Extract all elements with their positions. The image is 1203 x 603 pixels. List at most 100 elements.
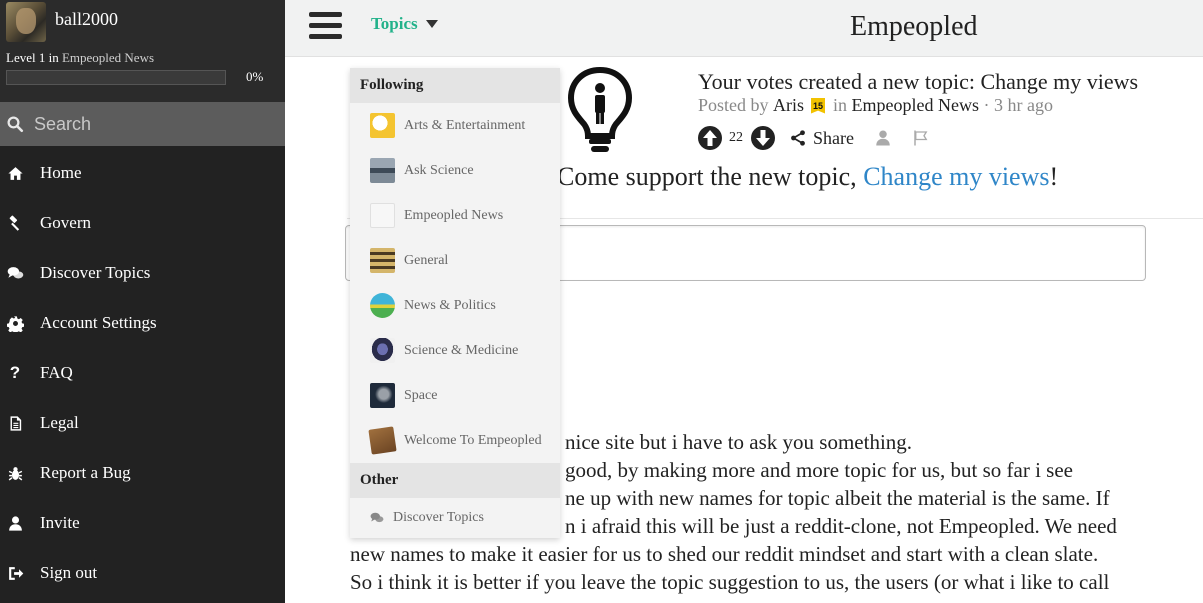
sidebar-item-govern[interactable]: Govern [0,198,285,248]
comment-line: new names to make it easier for us to sh… [350,542,1099,566]
topic-item-arts-entertainment[interactable]: Arts & Entertainment [350,103,560,148]
topbar: Topics Empeopled [285,0,1203,57]
comments-icon [6,264,24,282]
sidebar-item-label: Govern [40,213,91,232]
sidebar-search[interactable] [0,102,285,146]
in-label: in [833,95,848,115]
sign-out-icon [6,564,24,582]
topic-label: Arts & Entertainment [404,117,526,133]
topic-label: Ask Science [404,162,474,178]
flag-icon[interactable] [912,129,930,147]
home-icon [6,164,24,182]
level-progress-bar [6,70,226,85]
post-age: · 3 hr ago [983,95,1053,115]
search-input[interactable] [34,113,264,135]
topic-item-general[interactable]: General [350,238,560,283]
lightbulb-icon [567,66,633,152]
vote-count: 22 [729,130,743,145]
topic-item-news-politics[interactable]: News & Politics [350,283,560,328]
sidebar-item-report-bug[interactable]: Report a Bug [0,448,285,498]
sidebar-item-label: Report a Bug [40,463,131,482]
post-actions: 22 Share [698,126,930,150]
sidebar-item-legal[interactable]: Legal [0,398,285,448]
posted-by-label: Posted by [698,95,769,115]
other-header: Other [350,463,560,498]
user-icon [6,514,24,532]
level-progress-percent: 0% [246,69,264,84]
search-icon [7,116,24,133]
topic-label: Science & Medicine [404,342,519,358]
comment-line: So i think it is better if you leave the… [350,570,1110,594]
post-body-suffix: ! [1049,162,1059,191]
username[interactable]: ball2000 [55,9,118,30]
level-label: Level 1 in [6,50,59,65]
post-body: Come support the new topic, Change my vi… [557,162,1058,192]
topic-label: News & Politics [404,297,496,313]
sidebar-item-faq[interactable]: ? FAQ [0,348,285,398]
menu-icon[interactable] [309,12,342,40]
topic-thumbnail [370,113,395,138]
level-info: Level 1 in Empeopled News [6,50,154,66]
share-icon [791,130,805,146]
profile-panel: ball2000 Level 1 in Empeopled News 0% [0,0,285,102]
sidebar-item-invite[interactable]: Invite [0,498,285,548]
avatar[interactable] [6,2,46,42]
post-title[interactable]: Your votes created a new topic: Change m… [698,69,1138,95]
topic-thumbnail [370,203,395,228]
topic-item-welcome-to-empeopled[interactable]: Welcome To Empeopled [350,418,560,463]
comments-icon [370,512,384,523]
sidebar-nav: Home Govern Discover Topics Account Sett… [0,146,285,598]
new-topic-link[interactable]: Change my views [863,162,1049,191]
question-icon: ? [9,363,21,382]
sidebar-item-label: Sign out [40,563,98,582]
level-topic[interactable]: Empeopled News [62,50,154,65]
author-level-badge: 15 [811,97,826,114]
caret-down-icon [425,20,438,28]
share-label: Share [813,127,854,148]
topic-label: General [404,252,449,268]
sidebar-item-discover-topics[interactable]: Discover Topics [0,248,285,298]
topic-thumbnail [370,293,395,318]
sidebar-item-account-settings[interactable]: Account Settings [0,298,285,348]
topic-item-empeopled-news[interactable]: Empeopled News [350,193,560,238]
topic-item-science-medicine[interactable]: Science & Medicine [350,328,560,373]
sidebar-item-home[interactable]: Home [0,148,285,198]
topic-thumbnail [370,338,395,363]
topic-label: Space [404,387,438,403]
topics-label: Topics [371,14,418,33]
sidebar-item-label: Discover Topics [40,263,151,282]
sidebar: ball2000 Level 1 in Empeopled News 0% Ho… [0,0,285,603]
share-button[interactable]: Share [789,128,854,149]
post-author[interactable]: Aris [773,95,804,116]
gavel-icon [6,214,24,232]
discover-topics-label: Discover Topics [393,510,484,525]
following-header: Following [350,68,560,103]
gear-icon [6,314,24,332]
upvote-icon[interactable] [698,126,722,150]
downvote-icon[interactable] [751,126,775,150]
topics-dropdown-menu: Following Arts & Entertainment Ask Scien… [350,68,560,538]
topics-dropdown-button[interactable]: Topics [371,14,438,34]
topic-item-space[interactable]: Space [350,373,560,418]
topic-thumbnail [370,383,395,408]
sidebar-item-label: Account Settings [40,313,157,332]
document-icon [6,414,24,432]
post-body-text: Come support the new topic, [557,162,857,191]
sidebar-item-label: Legal [40,413,79,432]
sidebar-item-sign-out[interactable]: Sign out [0,548,285,598]
sidebar-item-label: FAQ [40,363,73,382]
site-title[interactable]: Empeopled [850,11,978,43]
topic-label: Welcome To Empeopled [404,432,542,448]
topic-label: Empeopled News [404,207,504,223]
post-meta: Posted by Aris 15 in Empeopled News · 3 … [698,95,1053,116]
user-icon[interactable] [874,129,892,147]
topic-thumbnail [368,426,397,455]
post-topic-link[interactable]: Empeopled News [852,95,979,116]
dropdown-discover-topics[interactable]: Discover Topics [350,498,560,538]
sidebar-item-label: Invite [40,513,80,532]
bug-icon [6,464,24,482]
topic-thumbnail [370,158,395,183]
topic-item-ask-science[interactable]: Ask Science [350,148,560,193]
sidebar-item-label: Home [40,163,82,182]
topic-thumbnail [370,248,395,273]
